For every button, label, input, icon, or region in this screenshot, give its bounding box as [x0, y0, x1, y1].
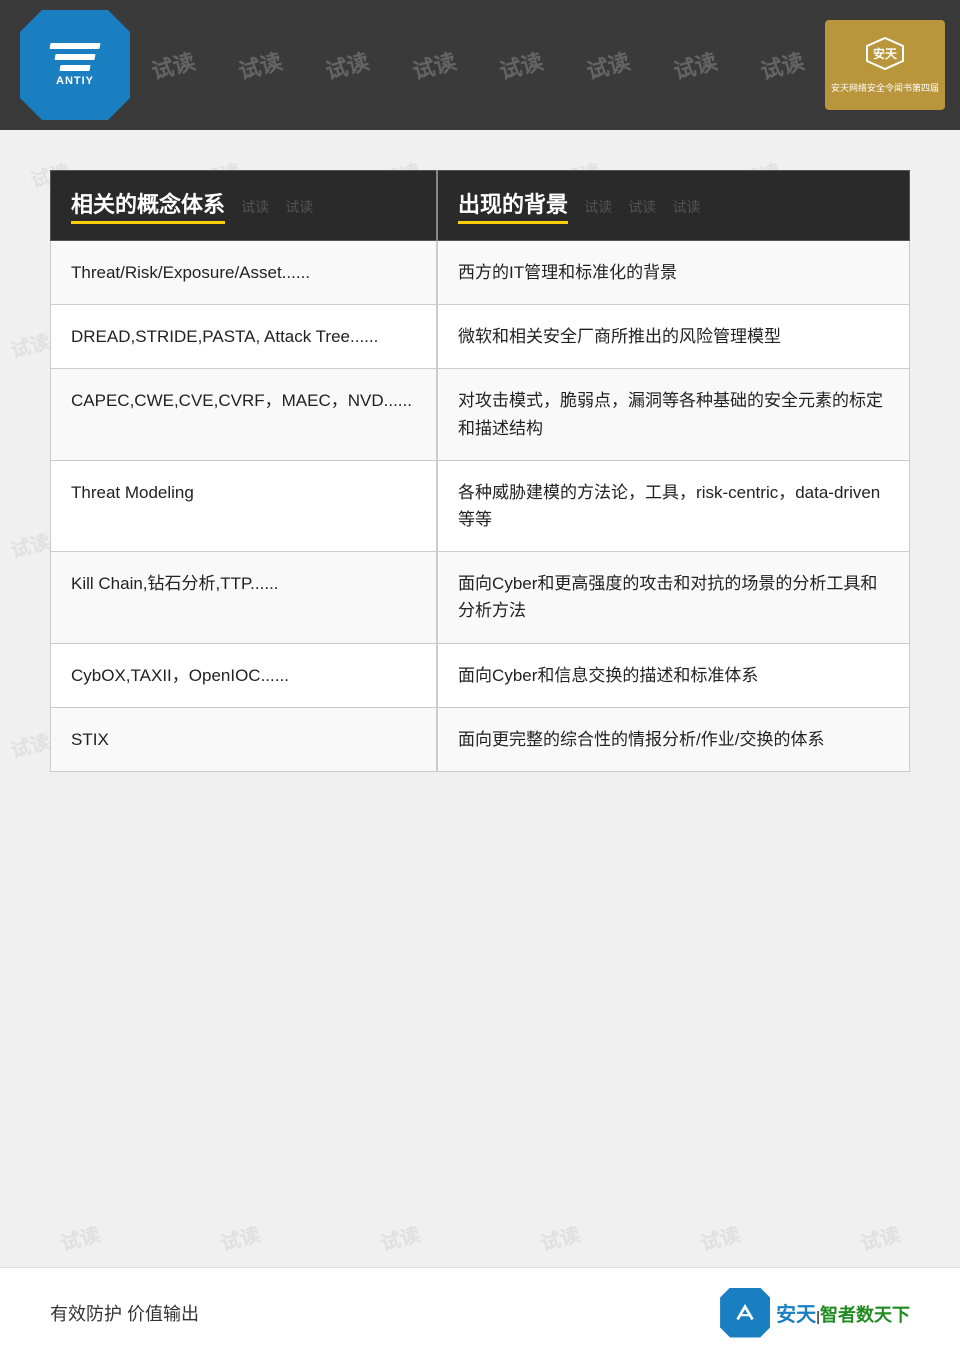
- table-header-row: 相关的概念体系 试读 试读 出现的背景 试读 试读 试读: [51, 171, 910, 241]
- table-cell-left: Threat Modeling: [51, 460, 438, 551]
- table-cell-right: 各种威胁建模的方法论，工具，risk-centric，data-driven等等: [437, 460, 909, 551]
- bwm-4: 试读: [537, 1218, 583, 1256]
- main-content: 试读 试读 试读 试读 试读 试读 试读 试读 试读 试读 试读 试读 试读 相…: [0, 130, 960, 802]
- logo-stripe-2: [54, 54, 95, 60]
- footer-logo-subtext: 安天|智者数天下: [776, 1298, 910, 1327]
- table-cell-right: 微软和相关安全厂商所推出的风险管理模型: [437, 305, 909, 369]
- header: ANTIY 试读 试读 试读 试读 试读 试读 试读 试读 安天 安天网络安全令…: [0, 0, 960, 130]
- watermark-7: 试读: [669, 44, 720, 86]
- table-row: Kill Chain,钻石分析,TTP......面向Cyber和更高强度的攻击…: [51, 552, 910, 643]
- cwm-7: 试读: [7, 525, 53, 563]
- table-row: STIX面向更完整的综合性的情报分析/作业/交换的体系: [51, 707, 910, 771]
- brand-text: 安天网络安全令闻书第四届: [831, 82, 939, 95]
- watermark-5: 试读: [496, 44, 547, 86]
- footer-brand-text: 安天|智者数天下: [776, 1298, 910, 1327]
- bwm-5: 试读: [697, 1218, 743, 1256]
- watermark-8: 试读: [756, 44, 807, 86]
- watermark-2: 试读: [235, 44, 286, 86]
- logo-stripe-1: [49, 43, 100, 49]
- header-watermark-area: 试读 试读 试读 试读 试读 试读 试读 试读: [130, 0, 825, 130]
- logo-stripe-3: [59, 65, 90, 71]
- table-cell-right: 对攻击模式，脆弱点，漏洞等各种基础的安全元素的标定和描述结构: [437, 369, 909, 460]
- table-row: Threat/Risk/Exposure/Asset......西方的IT管理和…: [51, 241, 910, 305]
- footer-logo-icon: [720, 1288, 770, 1338]
- table-row: Threat Modeling各种威胁建模的方法论，工具，risk-centri…: [51, 460, 910, 551]
- cwm-6: 试读: [7, 325, 53, 363]
- table-cell-left: Threat/Risk/Exposure/Asset......: [51, 241, 438, 305]
- watermark-3: 试读: [322, 44, 373, 86]
- brand-icon: 安天: [865, 36, 905, 78]
- logo: ANTIY: [20, 10, 130, 120]
- logo-stripes: [50, 43, 100, 71]
- table-cell-right: 面向Cyber和信息交换的描述和标准体系: [437, 643, 909, 707]
- table-cell-left: CAPEC,CWE,CVE,CVRF，MAEC，NVD......: [51, 369, 438, 460]
- table-row: CybOX,TAXII，OpenIOC......面向Cyber和信息交换的描述…: [51, 643, 910, 707]
- bwm-2: 试读: [217, 1218, 263, 1256]
- bwm-3: 试读: [377, 1218, 423, 1256]
- logo-text: ANTIY: [56, 75, 94, 87]
- table-cell-left: DREAD,STRIDE,PASTA, Attack Tree......: [51, 305, 438, 369]
- svg-text:安天: 安天: [873, 46, 898, 61]
- col2-header: 出现的背景 试读 试读 试读: [437, 171, 909, 241]
- col1-header: 相关的概念体系 试读 试读: [51, 171, 438, 241]
- bwm-6: 试读: [857, 1218, 903, 1256]
- watermark-4: 试读: [409, 44, 460, 86]
- bottom-watermarks: 试读 试读 试读 试读 试读 试读: [0, 1207, 960, 1267]
- header-brand: 安天 安天网络安全令闻书第四届: [825, 20, 945, 110]
- table-cell-right: 面向Cyber和更高强度的攻击和对抗的场景的分析工具和分析方法: [437, 552, 909, 643]
- cwm-8: 试读: [7, 725, 53, 763]
- table-cell-right: 西方的IT管理和标准化的背景: [437, 241, 909, 305]
- watermark-6: 试读: [582, 44, 633, 86]
- table-cell-left: CybOX,TAXII，OpenIOC......: [51, 643, 438, 707]
- main-table: 相关的概念体系 试读 试读 出现的背景 试读 试读 试读 Threat/Risk…: [50, 170, 910, 772]
- table-cell-left: Kill Chain,钻石分析,TTP......: [51, 552, 438, 643]
- table-row: DREAD,STRIDE,PASTA, Attack Tree......微软和…: [51, 305, 910, 369]
- footer-slogan: 有效防护 价值输出: [50, 1300, 199, 1326]
- bwm-1: 试读: [57, 1218, 103, 1256]
- watermark-1: 试读: [148, 44, 199, 86]
- footer: 有效防护 价值输出 安天|智者数天下: [0, 1267, 960, 1357]
- table-row: CAPEC,CWE,CVE,CVRF，MAEC，NVD......对攻击模式，脆…: [51, 369, 910, 460]
- footer-logo: 安天|智者数天下: [720, 1288, 910, 1338]
- table-cell-left: STIX: [51, 707, 438, 771]
- table-cell-right: 面向更完整的综合性的情报分析/作业/交换的体系: [437, 707, 909, 771]
